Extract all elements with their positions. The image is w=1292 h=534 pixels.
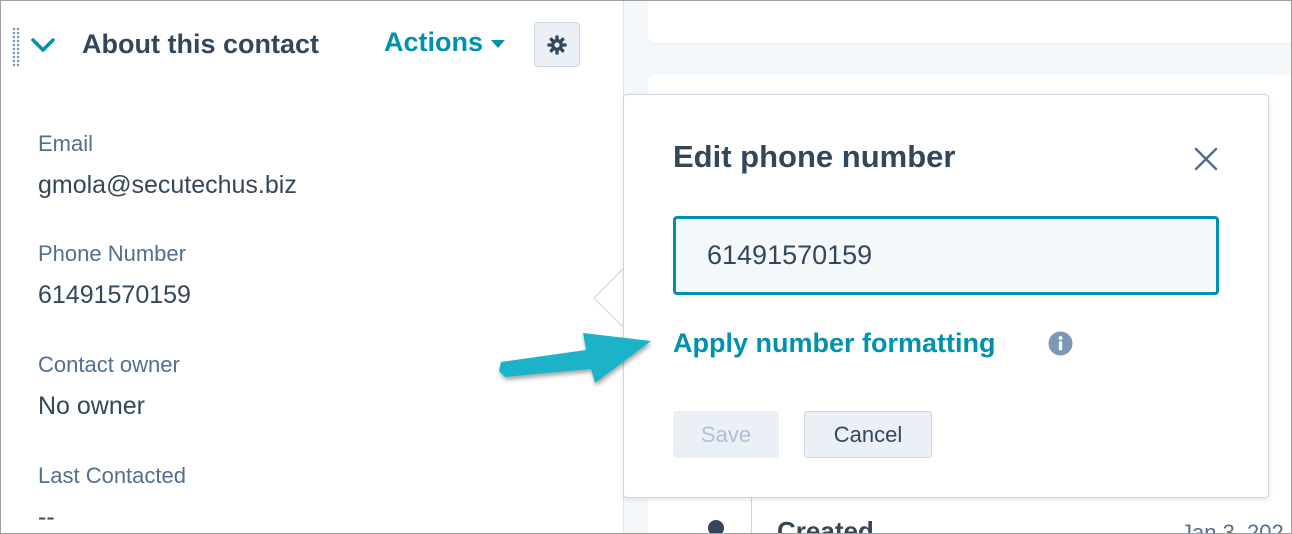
gear-icon (547, 34, 567, 55)
phone-number-input[interactable] (673, 216, 1219, 295)
timeline-line (751, 495, 752, 533)
property-value[interactable]: 61491570159 (38, 281, 191, 310)
top-card (648, 1, 1291, 43)
apply-number-formatting-link[interactable]: Apply number formatting (673, 328, 996, 359)
cancel-button[interactable]: Cancel (804, 411, 932, 458)
close-icon[interactable] (1192, 145, 1220, 173)
chevron-down-icon[interactable] (29, 35, 57, 55)
edit-phone-dialog: Edit phone number Apply number formattin… (623, 94, 1269, 498)
info-icon[interactable] (1048, 331, 1073, 356)
property-email: Email gmola@secutechus.biz (38, 131, 297, 200)
caret-down-icon (491, 39, 506, 48)
contact-sidebar: About this contact Actions Email gmola@s… (1, 1, 624, 533)
property-value[interactable]: -- (38, 503, 186, 532)
property-label: Phone Number (38, 241, 186, 266)
timeline-item-date: Jan 3, 202 (1181, 520, 1284, 534)
actions-label: Actions (384, 27, 484, 57)
timeline-item-title: Created (777, 516, 874, 534)
property-contact-owner: Contact owner No owner (38, 352, 180, 421)
property-label: Email (38, 131, 94, 156)
property-label: Contact owner (38, 352, 180, 377)
section-title[interactable]: About this contact (82, 29, 319, 60)
timeline-dot (708, 520, 724, 533)
settings-button[interactable] (534, 22, 580, 67)
drag-handle-icon[interactable] (12, 27, 20, 67)
actions-dropdown[interactable]: Actions (384, 27, 506, 58)
save-button[interactable]: Save (673, 411, 779, 458)
property-label: Last Contacted (38, 463, 186, 488)
app-frame: About this contact Actions Email gmola@s… (0, 0, 1292, 534)
property-phone-number: Phone Number 61491570159 (38, 241, 191, 310)
property-value[interactable]: No owner (38, 392, 180, 421)
annotation-arrow-icon (499, 333, 651, 383)
property-value[interactable]: gmola@secutechus.biz (38, 171, 297, 200)
dialog-title: Edit phone number (673, 139, 956, 174)
property-last-contacted: Last Contacted -- (38, 463, 186, 532)
